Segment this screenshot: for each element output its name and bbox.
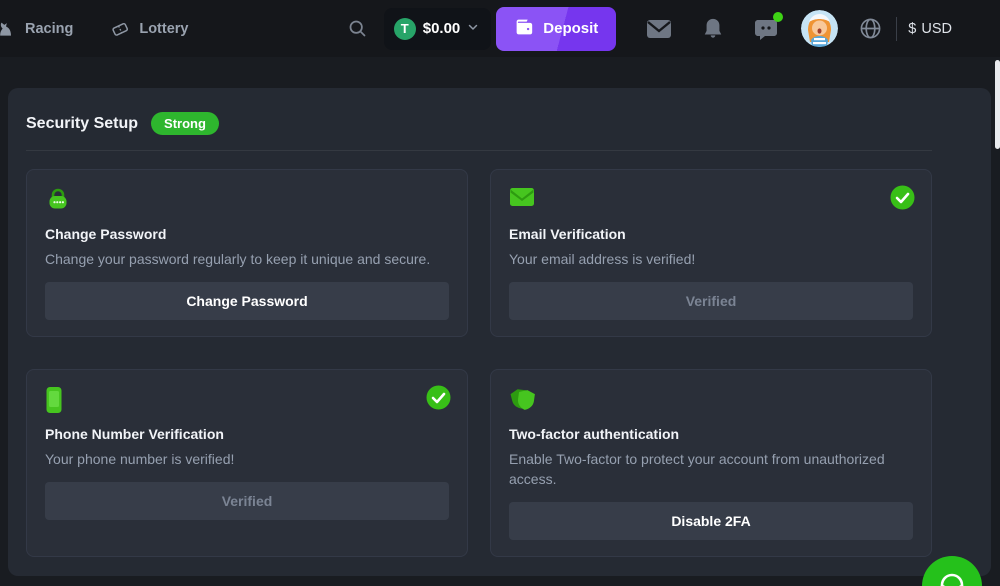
headset-icon xyxy=(935,568,969,586)
header-divider xyxy=(896,17,897,41)
tether-icon: T xyxy=(394,18,416,40)
page-title: Security Setup xyxy=(26,115,138,133)
shield-icon xyxy=(509,386,913,412)
mail-icon[interactable] xyxy=(646,19,672,39)
globe-icon[interactable] xyxy=(859,17,882,40)
strength-badge: Strong xyxy=(151,112,219,135)
card-description: Change your password regularly to keep i… xyxy=(45,249,449,269)
security-cards-grid: Change Password Change your password reg… xyxy=(26,169,932,557)
verified-check-icon xyxy=(426,385,451,415)
nav-racing-label: Racing xyxy=(25,21,73,37)
nav-item-racing[interactable]: Racing xyxy=(0,19,73,39)
horse-icon xyxy=(0,19,16,39)
currency-symbol: $ xyxy=(908,21,916,37)
currency-selector[interactable]: $ USD xyxy=(908,21,952,37)
ticket-icon xyxy=(110,19,130,39)
phone-icon xyxy=(45,386,449,412)
card-two-factor: Two-factor authentication Enable Two-fac… xyxy=(490,369,932,557)
card-title: Phone Number Verification xyxy=(45,426,449,442)
bell-icon[interactable] xyxy=(702,17,724,41)
search-icon[interactable] xyxy=(347,18,368,39)
card-description: Your phone number is verified! xyxy=(45,449,449,469)
card-change-password: Change Password Change your password reg… xyxy=(26,169,468,337)
card-email-verification: Email Verification Your email address is… xyxy=(490,169,932,337)
card-title: Email Verification xyxy=(509,226,913,242)
lock-icon xyxy=(45,186,449,212)
chat-icon[interactable] xyxy=(754,17,778,41)
wallet-icon xyxy=(514,18,534,40)
card-description: Enable Two-factor to protect your accoun… xyxy=(509,449,913,489)
change-password-button[interactable]: Change Password xyxy=(45,282,449,320)
currency-code: USD xyxy=(921,21,952,37)
card-phone-verification: Phone Number Verification Your phone num… xyxy=(26,369,468,557)
notification-dot xyxy=(773,12,783,22)
balance-selector[interactable]: T $0.00 xyxy=(384,8,492,50)
disable-2fa-button[interactable]: Disable 2FA xyxy=(509,502,913,540)
card-description: Your email address is verified! xyxy=(509,249,913,269)
avatar[interactable] xyxy=(801,10,838,47)
chevron-down-icon xyxy=(467,21,479,36)
top-nav-bar: Racing Lottery T $0.00 Deposit xyxy=(0,0,1000,57)
card-title: Change Password xyxy=(45,226,449,242)
email-verified-button: Verified xyxy=(509,282,913,320)
deposit-label: Deposit xyxy=(543,20,598,37)
vertical-scrollbar[interactable] xyxy=(995,60,1000,149)
card-title: Two-factor authentication xyxy=(509,426,913,442)
envelope-icon xyxy=(509,186,913,212)
security-panel: Security Setup Strong Change Password Ch… xyxy=(8,88,991,576)
deposit-button[interactable]: Deposit xyxy=(496,7,616,51)
nav-item-lottery[interactable]: Lottery xyxy=(110,19,188,39)
verified-check-icon xyxy=(890,185,915,215)
title-row: Security Setup Strong xyxy=(26,112,932,135)
nav-lottery-label: Lottery xyxy=(139,21,188,37)
phone-verified-button: Verified xyxy=(45,482,449,520)
security-content: Security Setup Strong Change Password Ch… xyxy=(26,112,932,557)
section-divider xyxy=(26,150,932,151)
balance-amount: $0.00 xyxy=(423,20,461,37)
